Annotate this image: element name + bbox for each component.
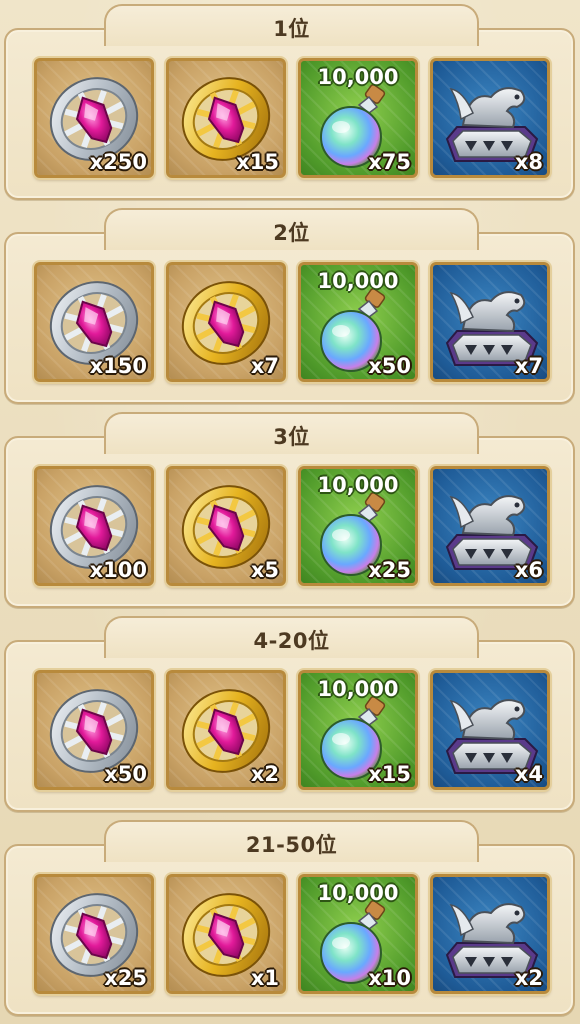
quantity-label: x4 <box>514 762 543 786</box>
quantity-label: x15 <box>236 150 279 174</box>
reward-item-silver-medal[interactable]: x150 <box>34 262 154 382</box>
reward-items-row: x250 x15 10,000 x75 x8 <box>30 58 550 183</box>
quantity-label: x10 <box>368 966 411 990</box>
potion-amount-label: 10,000 <box>317 473 399 497</box>
quantity-label: x7 <box>514 354 543 378</box>
quantity-label: x2 <box>250 762 279 786</box>
reward-items-row: x100 x5 10,000 x25 x6 <box>30 466 550 591</box>
reward-item-gold-medal[interactable]: x7 <box>166 262 286 382</box>
quantity-label: x5 <box>250 558 279 582</box>
reward-item-gold-medal[interactable]: x1 <box>166 874 286 994</box>
quantity-label: x150 <box>89 354 147 378</box>
potion-amount-label: 10,000 <box>317 677 399 701</box>
rank-label: 2位 <box>273 221 310 245</box>
reward-item-potion[interactable]: 10,000 x10 <box>298 874 418 994</box>
quantity-label: x8 <box>514 150 543 174</box>
reward-item-gold-medal[interactable]: x15 <box>166 58 286 178</box>
reward-item-potion[interactable]: 10,000 x50 <box>298 262 418 382</box>
quantity-label: x2 <box>514 966 543 990</box>
quantity-label: x50 <box>104 762 147 786</box>
rank-label: 21-50位 <box>245 833 338 857</box>
potion-amount-label: 10,000 <box>317 65 399 89</box>
rank-tab: 1位 <box>104 4 479 46</box>
quantity-label: x75 <box>368 150 411 174</box>
rank-section: 4-20位 x50 x2 10,000 x15 x4 <box>4 612 575 812</box>
reward-item-potion[interactable]: 10,000 x25 <box>298 466 418 586</box>
reward-item-dragon-chest[interactable]: x8 <box>430 58 550 178</box>
reward-item-dragon-chest[interactable]: x6 <box>430 466 550 586</box>
reward-item-dragon-chest[interactable]: x2 <box>430 874 550 994</box>
reward-item-silver-medal[interactable]: x100 <box>34 466 154 586</box>
rank-tab: 3位 <box>104 412 479 454</box>
quantity-label: x100 <box>89 558 147 582</box>
rank-section: 2位 x150 x7 10,000 x50 x7 <box>4 204 575 404</box>
rank-section: 3位 x100 x5 10,000 x25 x6 <box>4 408 575 608</box>
reward-items-row: x50 x2 10,000 x15 x4 <box>30 670 550 795</box>
rank-section: 21-50位 x25 x1 10,000 x10 x2 <box>4 816 575 1016</box>
quantity-label: x25 <box>104 966 147 990</box>
reward-item-silver-medal[interactable]: x25 <box>34 874 154 994</box>
quantity-label: x25 <box>368 558 411 582</box>
rank-label: 4-20位 <box>253 629 330 653</box>
quantity-label: x7 <box>250 354 279 378</box>
reward-item-potion[interactable]: 10,000 x15 <box>298 670 418 790</box>
quantity-label: x50 <box>368 354 411 378</box>
rank-label: 1位 <box>273 17 310 41</box>
quantity-label: x1 <box>250 966 279 990</box>
quantity-label: x250 <box>89 150 147 174</box>
reward-item-silver-medal[interactable]: x50 <box>34 670 154 790</box>
rank-tab: 4-20位 <box>104 616 479 658</box>
rewards-page: 1位 x250 x15 10,000 x75 x8 2位 x150 x7 10,000 x50 x7 3… <box>0 0 580 1024</box>
quantity-label: x15 <box>368 762 411 786</box>
rank-tab: 2位 <box>104 208 479 250</box>
reward-item-gold-medal[interactable]: x2 <box>166 670 286 790</box>
reward-item-silver-medal[interactable]: x250 <box>34 58 154 178</box>
quantity-label: x6 <box>514 558 543 582</box>
rank-section: 1位 x250 x15 10,000 x75 x8 <box>4 0 575 200</box>
rank-tab: 21-50位 <box>104 820 479 862</box>
reward-item-dragon-chest[interactable]: x4 <box>430 670 550 790</box>
reward-item-gold-medal[interactable]: x5 <box>166 466 286 586</box>
reward-item-potion[interactable]: 10,000 x75 <box>298 58 418 178</box>
rank-label: 3位 <box>273 425 310 449</box>
reward-item-dragon-chest[interactable]: x7 <box>430 262 550 382</box>
potion-amount-label: 10,000 <box>317 881 399 905</box>
reward-items-row: x25 x1 10,000 x10 x2 <box>30 874 550 999</box>
reward-items-row: x150 x7 10,000 x50 x7 <box>30 262 550 387</box>
potion-amount-label: 10,000 <box>317 269 399 293</box>
